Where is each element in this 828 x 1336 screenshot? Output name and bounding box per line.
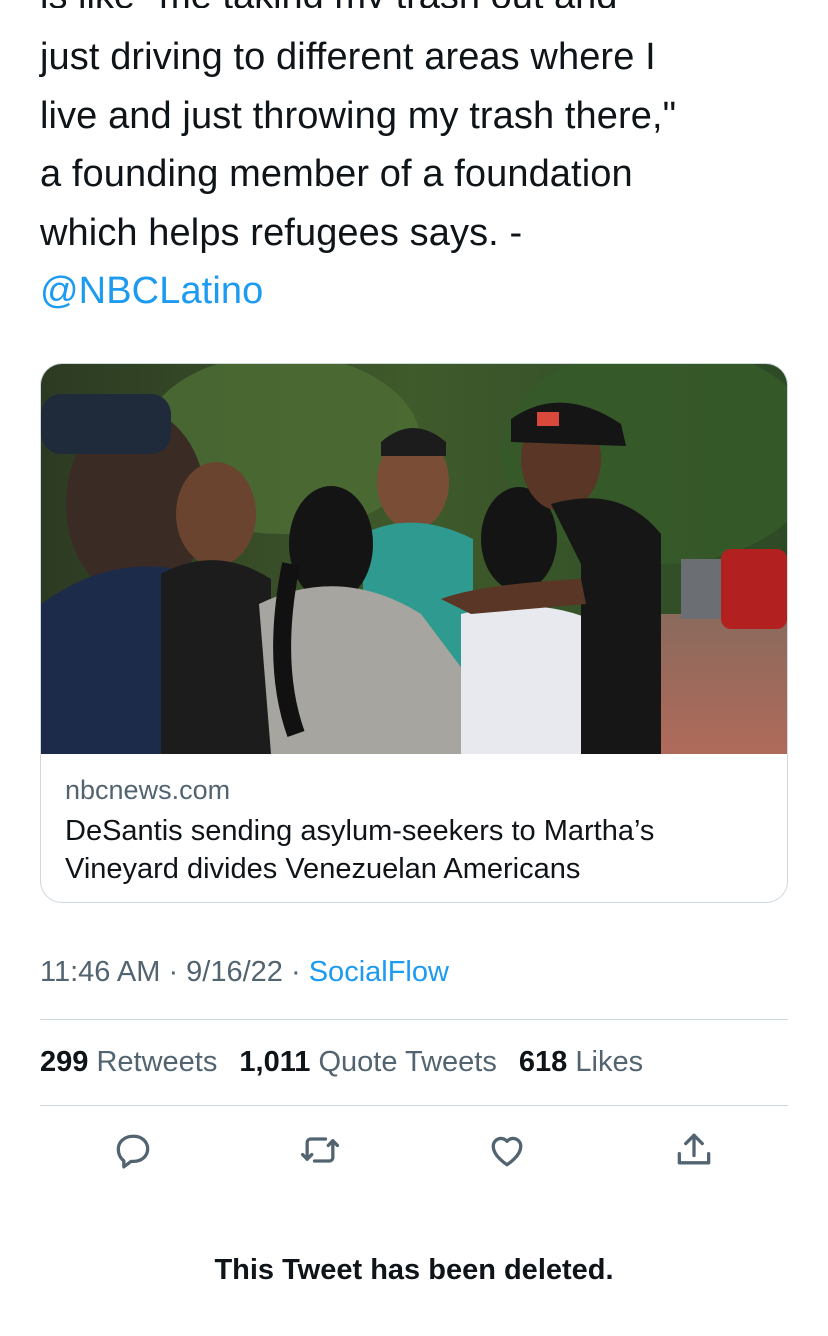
quote-tweets-count: 1,011 bbox=[239, 1046, 311, 1078]
tweet-source-link[interactable]: SocialFlow bbox=[309, 956, 449, 988]
quote-tweets-label: Quote Tweets bbox=[318, 1046, 497, 1078]
divider bbox=[40, 1019, 788, 1020]
link-preview-card[interactable]: nbcnews.com DeSantis sending asylum-seek… bbox=[40, 363, 788, 903]
tweet-text: just driving to different areas where I … bbox=[40, 28, 790, 321]
reply-icon bbox=[116, 1134, 150, 1169]
tweet-date[interactable]: 9/16/22 bbox=[186, 956, 283, 988]
separator: · bbox=[160, 956, 187, 988]
likes-label: Likes bbox=[575, 1046, 644, 1078]
tweet-text-line: a founding member of a foundation bbox=[40, 153, 633, 195]
card-domain: nbcnews.com bbox=[65, 775, 231, 805]
retweets-label: Retweets bbox=[96, 1046, 218, 1078]
tweet-text-line: live and just throwing my trash there," bbox=[40, 94, 677, 137]
retweets-stat[interactable]: 299 Retweets bbox=[40, 1046, 231, 1078]
share-button[interactable] bbox=[672, 1128, 716, 1172]
engagement-stats: 299 Retweets 1,011 Quote Tweets 618 Like… bbox=[40, 1042, 657, 1082]
card-title-line: Vineyard divides Venezuelan Americans bbox=[65, 853, 581, 885]
quote-tweets-stat[interactable]: 1,011 Quote Tweets bbox=[239, 1046, 510, 1078]
reply-button[interactable] bbox=[111, 1128, 155, 1172]
card-title[interactable]: DeSantis sending asylum-seekers to Marth… bbox=[65, 812, 763, 888]
tweet-text-line: just driving to different areas where I bbox=[40, 36, 656, 78]
retweet-icon bbox=[300, 1137, 340, 1163]
retweets-count: 299 bbox=[40, 1046, 89, 1078]
separator: · bbox=[282, 956, 309, 988]
tweet-action-bar bbox=[0, 1128, 828, 1178]
card-meta: nbcnews.com DeSantis sending asylum-seek… bbox=[65, 772, 763, 888]
likes-stat[interactable]: 618 Likes bbox=[519, 1046, 657, 1078]
tweet-text-partial-line: is like "me taking my trash out and bbox=[40, 0, 760, 8]
heart-icon bbox=[491, 1136, 523, 1167]
mention-link[interactable]: @NBCLatino bbox=[40, 262, 790, 321]
deleted-tweet-notice: This Tweet has been deleted. bbox=[214, 1254, 614, 1286]
card-title-line: DeSantis sending asylum-seekers to Marth… bbox=[65, 815, 655, 847]
tweet-time[interactable]: 11:46 AM bbox=[40, 956, 160, 988]
tweet-text-line: which helps refugees says. - bbox=[40, 211, 523, 254]
retweet-button[interactable] bbox=[298, 1128, 342, 1172]
news-photo[interactable] bbox=[41, 364, 787, 754]
likes-count: 618 bbox=[518, 1046, 568, 1078]
like-button[interactable] bbox=[485, 1128, 529, 1172]
tweet-timestamp: 11:46 AM · 9/16/22 · SocialFlow bbox=[40, 952, 449, 992]
divider bbox=[40, 1105, 788, 1106]
share-icon bbox=[677, 1133, 711, 1165]
